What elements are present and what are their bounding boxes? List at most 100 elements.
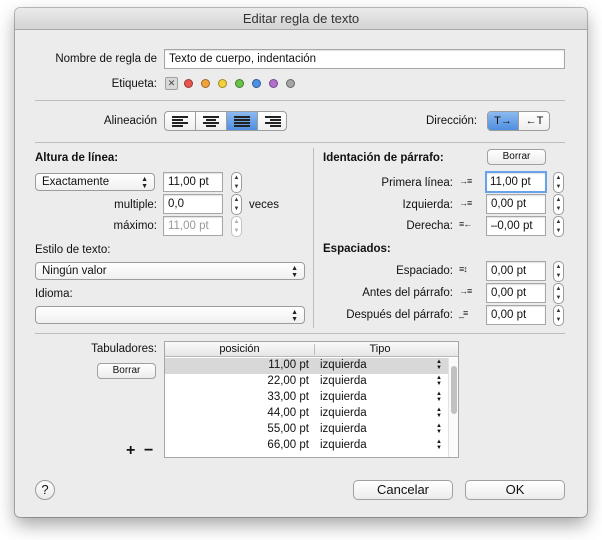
left-indent-label: Izquierda:: [402, 199, 453, 211]
tab-type-popup-arrows-icon[interactable]: ▲ ▼: [436, 439, 442, 451]
space-before-icon: →≡: [459, 286, 472, 296]
popup-arrows-icon: ▲ ▼: [291, 309, 298, 323]
tab-type-popup-arrows-icon[interactable]: ▲ ▼: [436, 359, 442, 371]
after-paragraph-stepper[interactable]: ▲ ▼: [553, 305, 564, 326]
left-indent-input[interactable]: 0,00 pt: [486, 194, 546, 214]
tab-type-popup-arrows-icon[interactable]: ▲ ▼: [436, 375, 442, 387]
tab-type-popup-arrows-icon[interactable]: ▲ ▼: [436, 423, 442, 435]
right-indent-icon: ≡←: [459, 219, 472, 229]
line-height-input[interactable]: 11,00 pt: [163, 172, 223, 192]
table-header: posición Tipo: [165, 342, 458, 357]
after-paragraph-input[interactable]: 0,00 pt: [486, 305, 546, 325]
align-left-button[interactable]: [165, 112, 196, 130]
tab-position-cell[interactable]: 55,00 pt: [165, 423, 309, 435]
text-style-value: Ningún valor: [42, 265, 107, 277]
add-tab-button[interactable]: +: [126, 442, 135, 460]
right-indent-input[interactable]: –0,00 pt: [486, 216, 546, 236]
align-center-icon: [203, 116, 219, 128]
text-style-select[interactable]: Ningún valor ▲ ▼: [35, 262, 305, 280]
cancel-button[interactable]: Cancelar: [353, 480, 453, 500]
tag-color-dot[interactable]: [269, 79, 278, 88]
tab-position-cell[interactable]: 22,00 pt: [165, 375, 309, 387]
first-line-label: Primera línea:: [381, 177, 453, 189]
align-right-button[interactable]: [258, 112, 286, 130]
tab-type-cell[interactable]: izquierda: [320, 359, 367, 371]
language-label: Idioma:: [35, 288, 73, 300]
left-indent-stepper[interactable]: ▲ ▼: [553, 194, 564, 215]
tag-color-dot[interactable]: [252, 79, 261, 88]
before-paragraph-label: Antes del párrafo:: [362, 287, 453, 299]
align-center-button[interactable]: [196, 112, 227, 130]
first-line-input[interactable]: 11,00 pt: [485, 171, 547, 193]
scrollbar-thumb[interactable]: [451, 366, 457, 414]
table-row[interactable]: 22,00 pt izquierda ▲ ▼: [165, 374, 448, 390]
tag-none-icon[interactable]: ✕: [165, 77, 178, 90]
remove-tab-button[interactable]: −: [144, 442, 153, 460]
align-justify-button[interactable]: [227, 112, 258, 130]
first-line-stepper[interactable]: ▲ ▼: [553, 172, 564, 193]
before-paragraph-stepper[interactable]: ▲ ▼: [553, 283, 564, 304]
tag-color-dot[interactable]: [218, 79, 227, 88]
max-stepper[interactable]: ▲ ▼: [231, 216, 242, 237]
direction-rtl-button[interactable]: ←T: [519, 112, 549, 130]
ok-button[interactable]: OK: [465, 480, 565, 500]
multiple-stepper[interactable]: ▲ ▼: [231, 194, 242, 215]
tabs-table: posición Tipo 11,00 pt izquierda ▲ ▼ 22,00 p…: [164, 341, 459, 458]
tab-position-cell[interactable]: 66,00 pt: [165, 439, 309, 451]
tab-type-cell[interactable]: izquierda: [320, 407, 367, 419]
tab-position-cell[interactable]: 44,00 pt: [165, 407, 309, 419]
dialog-window: Editar regla de texto Nombre de regla de…: [15, 8, 587, 517]
tab-type-popup-arrows-icon[interactable]: ▲ ▼: [436, 407, 442, 419]
direction-ltr-button[interactable]: T→: [488, 112, 519, 130]
tag-color-dot[interactable]: [235, 79, 244, 88]
line-height-mode-select[interactable]: Exactamente ▲ ▼: [35, 173, 155, 191]
table-scrollbar[interactable]: [448, 358, 458, 457]
tab-type-popup-arrows-icon[interactable]: ▲ ▼: [436, 391, 442, 403]
tab-position-cell[interactable]: 11,00 pt: [165, 359, 309, 371]
spacing-input[interactable]: 0,00 pt: [486, 261, 546, 281]
right-indent-stepper[interactable]: ▲ ▼: [553, 216, 564, 237]
tab-type-cell[interactable]: izquierda: [320, 439, 367, 451]
rule-name-label: Nombre de regla de: [55, 53, 157, 65]
spacing-label: Espaciado:: [396, 265, 453, 277]
divider: [35, 333, 565, 334]
tab-type-cell[interactable]: izquierda: [320, 391, 367, 403]
before-paragraph-input[interactable]: 0,00 pt: [486, 283, 546, 303]
table-row[interactable]: 66,00 pt izquierda ▲ ▼: [165, 438, 448, 454]
line-spacing-icon: ≡↕: [459, 264, 468, 274]
tab-type-cell[interactable]: izquierda: [320, 375, 367, 387]
space-after-icon: _≡: [459, 308, 468, 318]
align-justify-icon: [234, 116, 250, 128]
indent-reset-button[interactable]: Borrar: [487, 149, 546, 165]
column-header-type[interactable]: Tipo: [315, 343, 445, 355]
rule-name-input[interactable]: Texto de cuerpo, indentación: [164, 49, 565, 69]
tag-color-dot[interactable]: [184, 79, 193, 88]
popup-arrows-icon: ▲ ▼: [141, 176, 148, 190]
table-row[interactable]: 11,00 pt izquierda ▲ ▼: [165, 358, 448, 374]
right-indent-label: Derecha:: [406, 220, 453, 232]
max-input[interactable]: 11,00 pt: [163, 216, 223, 236]
tag-label: Etiqueta:: [111, 78, 157, 90]
tab-type-cell[interactable]: izquierda: [320, 423, 367, 435]
table-row[interactable]: 33,00 pt izquierda ▲ ▼: [165, 390, 448, 406]
tag-color-dot[interactable]: [286, 79, 295, 88]
line-height-stepper[interactable]: ▲ ▼: [231, 172, 242, 193]
tag-color-dot[interactable]: [201, 79, 210, 88]
left-indent-icon: →≡: [459, 198, 472, 208]
tab-position-cell[interactable]: 33,00 pt: [165, 391, 309, 403]
multiple-unit-label: veces: [249, 199, 280, 211]
line-height-heading: Altura de línea:: [35, 152, 119, 164]
spacing-stepper[interactable]: ▲ ▼: [553, 261, 564, 282]
indent-heading: Identación de párrafo:: [323, 152, 444, 164]
spacing-heading: Espaciados:: [323, 243, 391, 255]
align-right-icon: [265, 116, 281, 128]
tabs-reset-button[interactable]: Borrar: [97, 363, 156, 379]
multiple-input[interactable]: 0,0: [163, 194, 223, 214]
table-row[interactable]: 44,00 pt izquierda ▲ ▼: [165, 406, 448, 422]
table-row[interactable]: 55,00 pt izquierda ▲ ▼: [165, 422, 448, 438]
after-paragraph-label: Después del párrafo:: [346, 309, 453, 321]
popup-arrows-icon: ▲ ▼: [291, 265, 298, 279]
help-button[interactable]: ?: [35, 480, 55, 500]
language-select[interactable]: ▲ ▼: [35, 306, 305, 324]
column-header-position[interactable]: posición: [165, 343, 314, 355]
